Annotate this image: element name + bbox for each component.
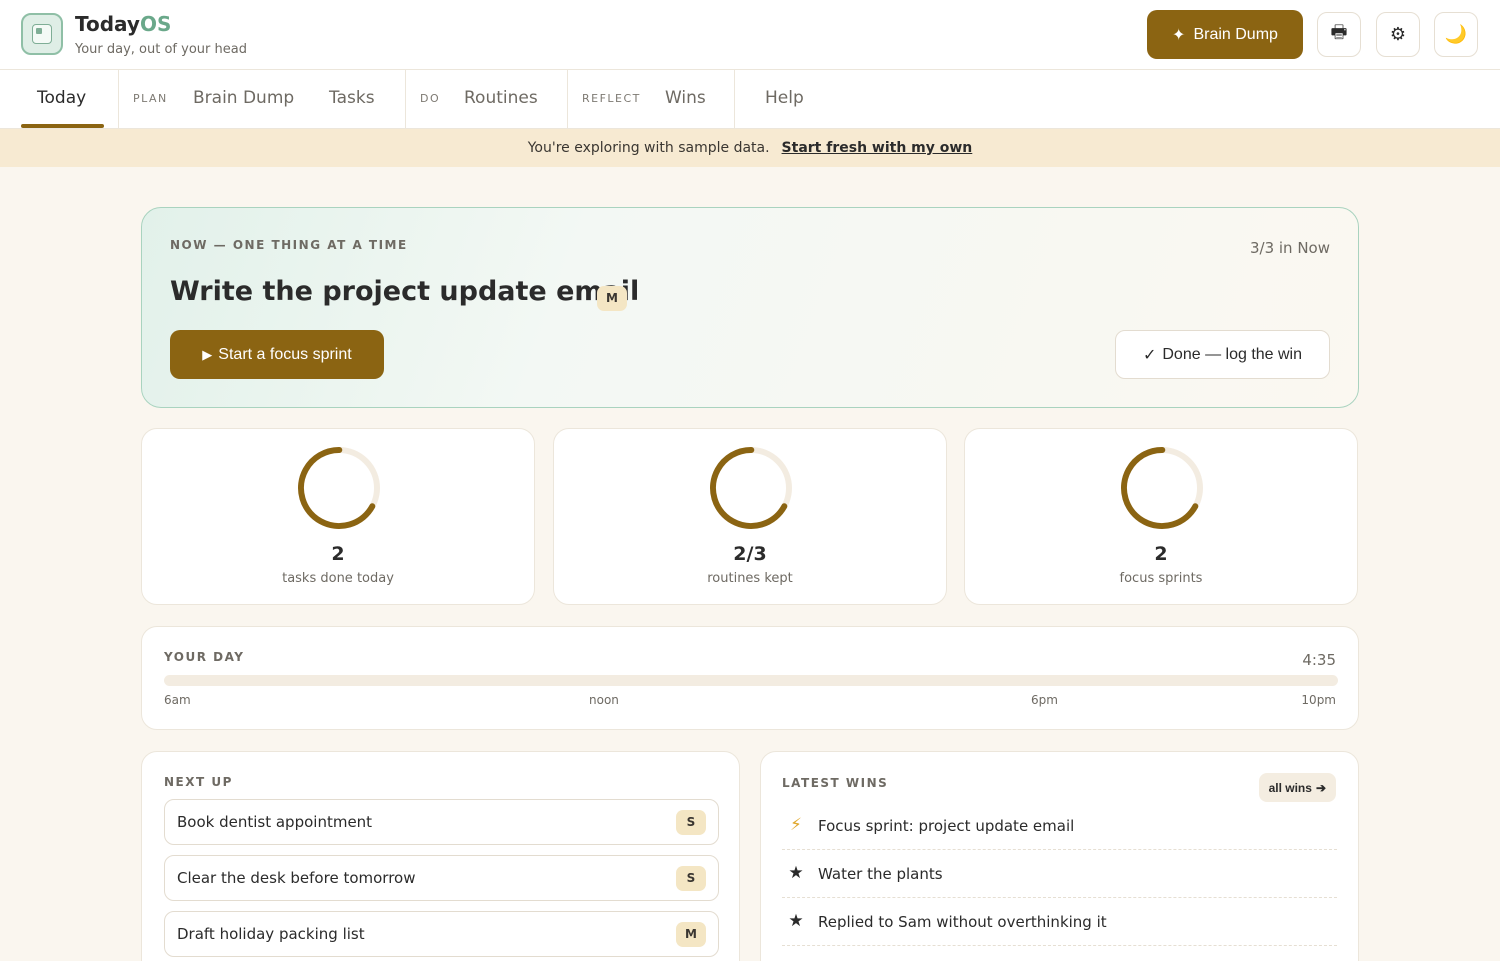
tab-brain-dump[interactable]: Brain Dump [193, 70, 294, 129]
win-text: Water the plants [818, 865, 943, 883]
start-focus-sprint-button[interactable]: ▶ Start a focus sprint [170, 330, 384, 379]
arrow-right-icon: ➔ [1315, 780, 1326, 795]
nav-group-do: DO [420, 92, 441, 105]
play-icon: ▶ [202, 346, 213, 362]
lightning-icon: ⚡ [790, 815, 802, 835]
active-tab-indicator [21, 124, 104, 128]
start-fresh-link[interactable]: Start fresh with my own [782, 140, 973, 156]
routines-progress-ring [710, 447, 792, 529]
moon-icon: 🌙 [1444, 24, 1468, 44]
latest-wins-card: LATEST WINS all wins ➔ ⚡ Focus sprint: p… [760, 751, 1359, 961]
tasks-done-value: 2 [331, 543, 345, 565]
timeline-tick-noon: noon [589, 693, 619, 707]
tasks-progress-ring [298, 447, 380, 529]
nav-group-reflect: REFLECT [582, 92, 641, 105]
task-title: Draft holiday packing list [177, 925, 365, 943]
app-logo-icon [21, 13, 63, 55]
latest-wins-label: LATEST WINS [782, 776, 889, 790]
next-up-card: NEXT UP Book dentist appointment S Clear… [141, 751, 740, 961]
app-header: TodayOS Your day, out of your head ✦ Bra… [0, 0, 1500, 70]
done-log-win-button[interactable]: ✓ Done — log the win [1115, 330, 1330, 379]
your-day-label: YOUR DAY [164, 650, 245, 664]
routines-kept-value: 2/3 [733, 543, 767, 565]
done-log-win-label: Done — log the win [1162, 345, 1303, 363]
routines-kept-label: routines kept [707, 571, 793, 586]
app-name: TodayOS [75, 12, 172, 36]
day-timeline-track [164, 675, 1338, 686]
tab-routines[interactable]: Routines [464, 70, 538, 129]
app-name-suffix: OS [139, 12, 172, 36]
win-text: Focus sprint: project update email [818, 817, 1075, 835]
sparkle-icon: ✦ [1172, 26, 1186, 44]
stat-card-tasks: 2 tasks done today [141, 428, 535, 605]
nav-divider [734, 70, 735, 129]
now-card: NOW — ONE THING AT A TIME 3/3 in Now Wri… [141, 207, 1359, 408]
now-count: 3/3 in Now [1249, 239, 1330, 257]
task-row[interactable]: Clear the desk before tomorrow S [164, 855, 719, 901]
sprints-progress-ring [1121, 447, 1203, 529]
theme-toggle-button[interactable]: 🌙 [1434, 12, 1478, 57]
focus-sprints-label: focus sprints [1119, 571, 1203, 586]
stat-card-routines: 2/3 routines kept [553, 428, 947, 605]
next-up-label: NEXT UP [164, 775, 233, 789]
all-wins-label: all wins [1268, 780, 1312, 795]
main-nav: Today PLAN Brain Dump Tasks DO Routines … [0, 70, 1500, 129]
task-row[interactable]: Book dentist appointment S [164, 799, 719, 845]
task-title: Clear the desk before tomorrow [177, 869, 416, 887]
all-wins-button[interactable]: all wins ➔ [1258, 773, 1336, 802]
banner-text: You're exploring with sample data. [527, 140, 770, 156]
tab-help[interactable]: Help [765, 70, 804, 129]
now-section-label: NOW — ONE THING AT A TIME [170, 238, 408, 252]
focus-sprints-value: 2 [1154, 543, 1168, 565]
check-icon: ✓ [1142, 346, 1157, 364]
task-size-badge: M [597, 286, 627, 311]
current-time: 4:35 [1302, 651, 1336, 669]
win-text: Replied to Sam without overthinking it [818, 913, 1107, 931]
win-item: ⚡ Focus sprint: project update email [782, 802, 1337, 850]
app-tagline: Your day, out of your head [75, 42, 247, 57]
nav-divider [405, 70, 406, 129]
win-item: ★ Water the plants [782, 850, 1337, 898]
task-size-badge: S [676, 866, 706, 891]
task-size-badge: M [676, 922, 706, 947]
star-icon: ★ [788, 911, 804, 931]
timeline-tick-6am: 6am [164, 693, 191, 707]
tab-tasks[interactable]: Tasks [329, 70, 375, 129]
task-title: Book dentist appointment [177, 813, 373, 831]
timeline-tick-6pm: 6pm [1031, 693, 1058, 707]
brain-dump-button[interactable]: ✦ Brain Dump [1147, 10, 1303, 59]
your-day-card: YOUR DAY 4:35 6am noon 6pm 10pm [141, 626, 1359, 730]
stat-card-sprints: 2 focus sprints [964, 428, 1358, 605]
task-size-badge: S [676, 810, 706, 835]
sample-data-banner: You're exploring with sample data. Start… [0, 129, 1500, 167]
settings-button[interactable]: ⚙ [1376, 12, 1420, 57]
print-button[interactable]: 🖶 [1317, 12, 1361, 57]
tab-today[interactable]: Today [37, 70, 86, 129]
tasks-done-label: tasks done today [282, 571, 394, 586]
timeline-tick-10pm: 10pm [1301, 693, 1336, 707]
nav-divider [118, 70, 119, 129]
win-item: ★ Replied to Sam without overthinking it [782, 898, 1337, 946]
start-focus-sprint-label: Start a focus sprint [218, 345, 352, 363]
tab-wins[interactable]: Wins [665, 70, 706, 129]
now-task-title: Write the project update email [170, 276, 640, 307]
nav-group-plan: PLAN [133, 92, 168, 105]
task-row[interactable]: Draft holiday packing list M [164, 911, 719, 957]
nav-divider [567, 70, 568, 129]
brain-dump-button-label: Brain Dump [1193, 25, 1278, 43]
gear-icon: ⚙ [1389, 24, 1407, 44]
star-icon: ★ [788, 863, 804, 883]
printer-icon: 🖶 [1330, 21, 1348, 42]
